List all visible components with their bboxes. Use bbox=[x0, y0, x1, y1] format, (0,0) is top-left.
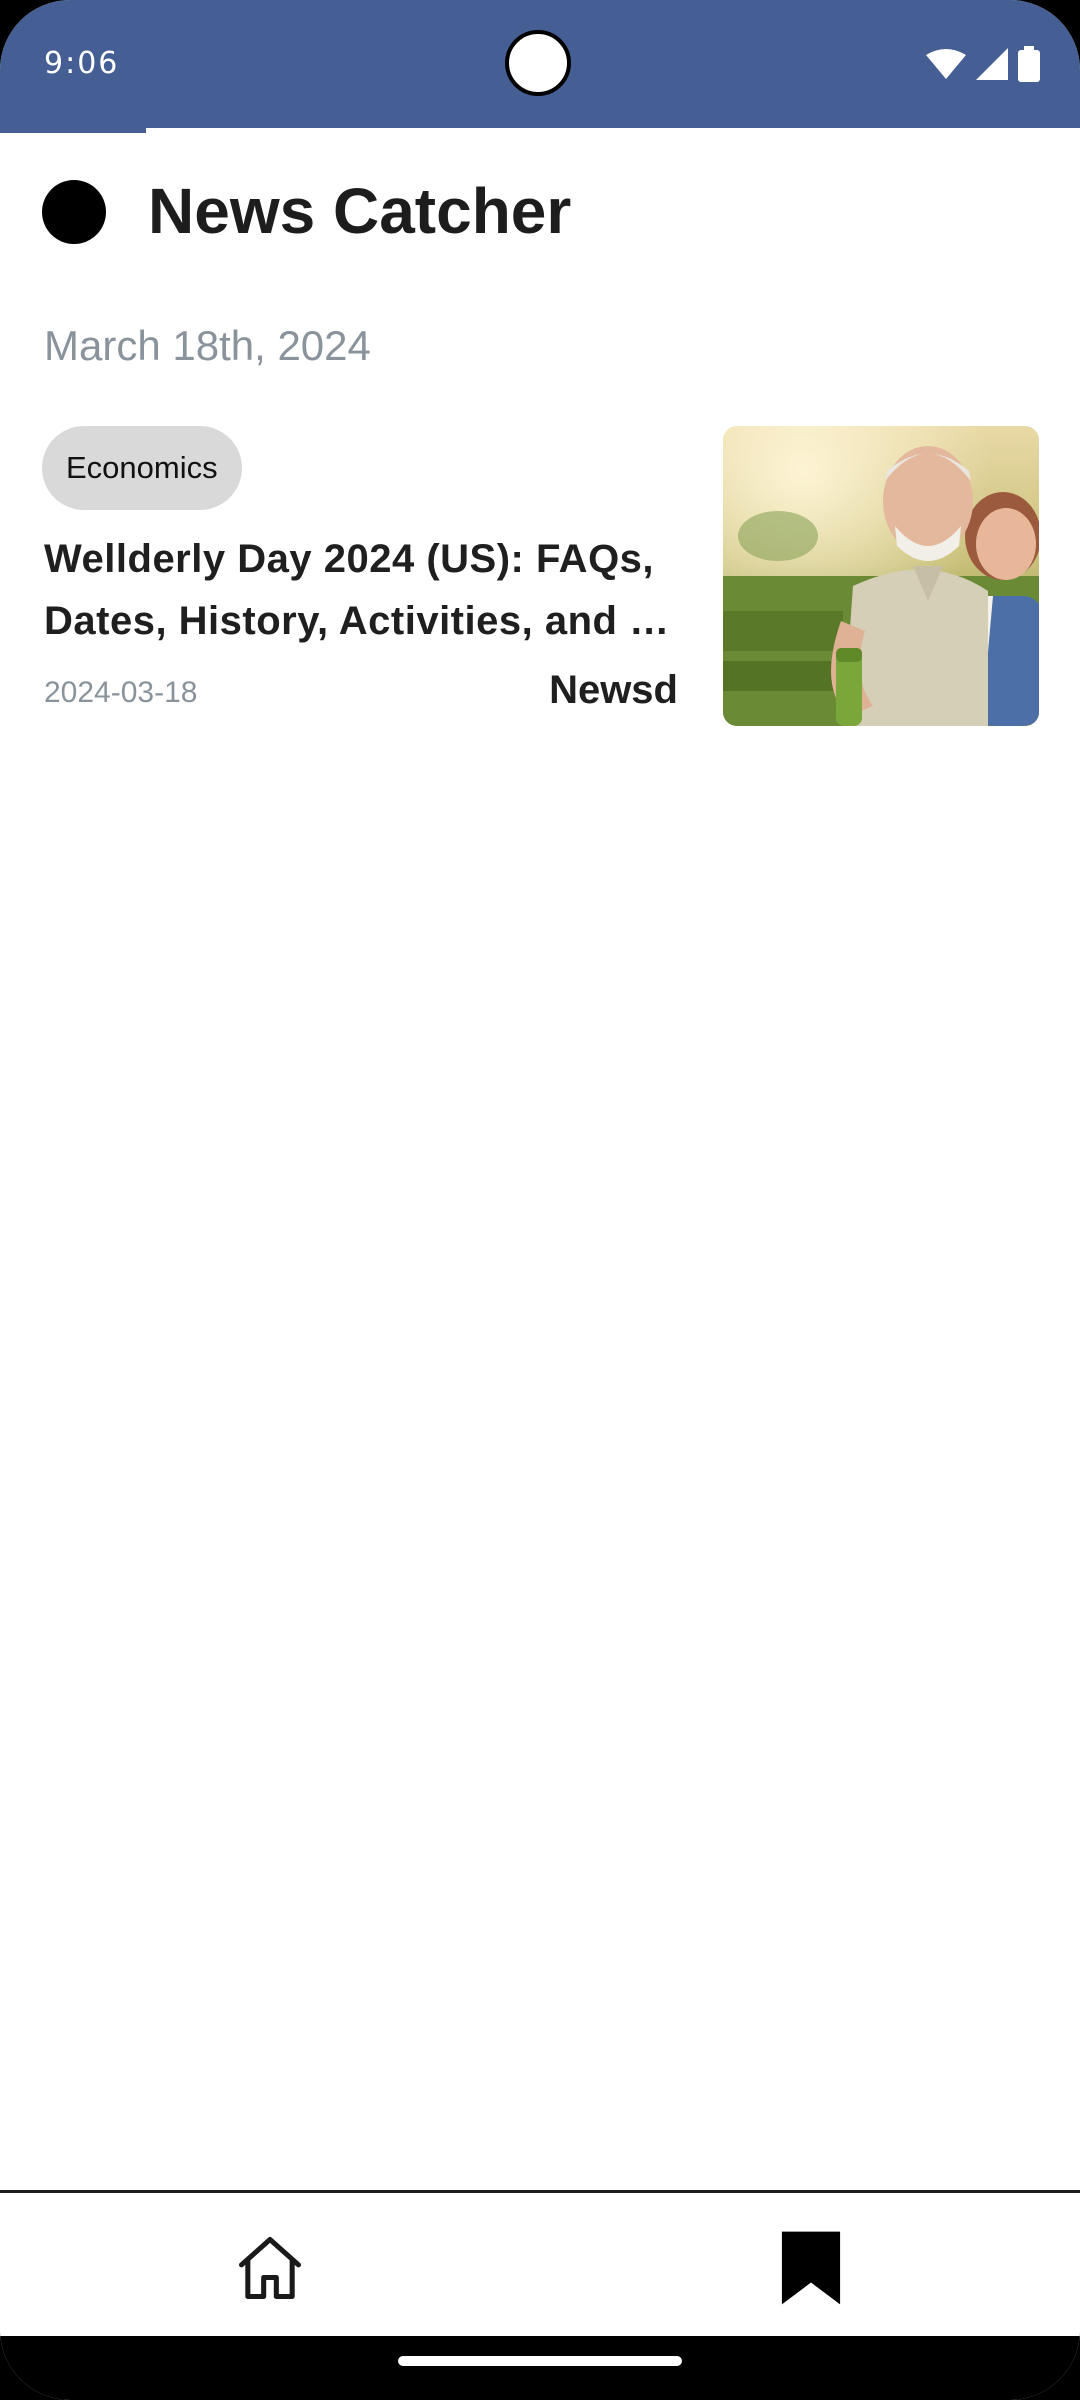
wifi-icon bbox=[926, 49, 966, 79]
status-time: 9:06 bbox=[44, 46, 120, 81]
article-thumbnail[interactable] bbox=[723, 426, 1039, 726]
date-heading: March 18th, 2024 bbox=[44, 322, 371, 369]
page-load-progress-fill bbox=[0, 128, 146, 133]
article-source: Newsd bbox=[549, 668, 678, 712]
nav-home[interactable] bbox=[225, 2223, 315, 2313]
category-chip[interactable]: Economics bbox=[42, 426, 242, 510]
app-title: News Catcher bbox=[148, 175, 572, 247]
status-bar: 9:06 bbox=[0, 0, 1080, 128]
home-outline-icon bbox=[238, 2236, 302, 2300]
bottom-navigation bbox=[0, 2190, 1080, 2339]
nav-bookmarks[interactable] bbox=[766, 2223, 856, 2313]
battery-icon bbox=[1018, 46, 1040, 82]
system-gesture-area bbox=[0, 2336, 1080, 2400]
gesture-handle[interactable] bbox=[398, 2356, 682, 2366]
article-title[interactable]: Wellderly Day 2024 (US): FAQs, Dates, Hi… bbox=[44, 528, 684, 652]
bookmark-filled-icon bbox=[781, 2231, 841, 2305]
elderly-couple-photo bbox=[723, 426, 1039, 726]
article-card[interactable]: Economics Wellderly Day 2024 (US): FAQs,… bbox=[0, 420, 1080, 730]
app-screen: 9:06 News Catcher March 18th, 2024 Econo… bbox=[0, 0, 1080, 2400]
status-icons bbox=[926, 46, 1040, 82]
article-date: 2024-03-18 bbox=[44, 676, 198, 709]
camera-cutout bbox=[505, 30, 571, 96]
page-load-progress bbox=[0, 128, 1080, 133]
app-header: News Catcher bbox=[0, 160, 1080, 260]
cellular-signal-icon bbox=[976, 48, 1008, 80]
black-dot-logo bbox=[42, 180, 106, 244]
